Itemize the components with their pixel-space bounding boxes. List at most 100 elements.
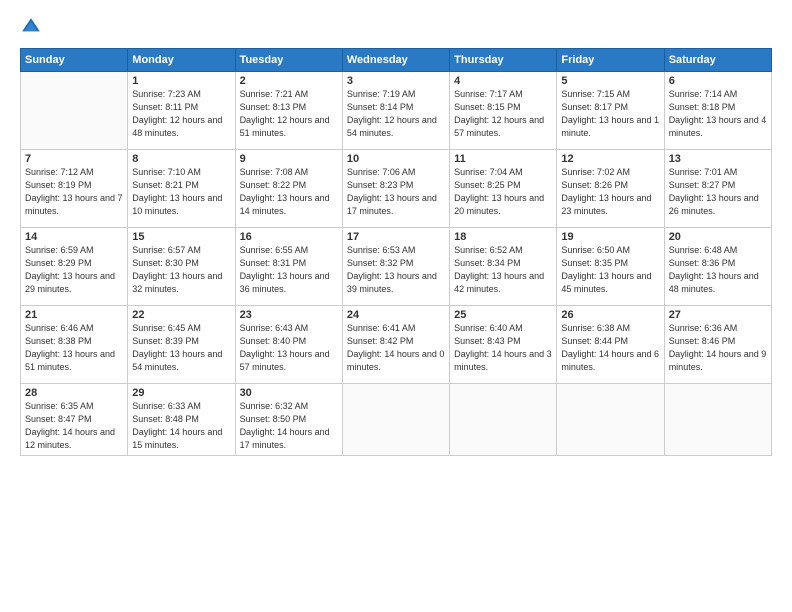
day-number: 17 xyxy=(347,231,445,243)
day-number: 25 xyxy=(454,309,552,321)
day-number: 5 xyxy=(561,75,659,87)
day-number: 19 xyxy=(561,231,659,243)
day-number: 23 xyxy=(240,309,338,321)
day-info: Sunrise: 6:59 AMSunset: 8:29 PMDaylight:… xyxy=(25,244,123,296)
day-info: Sunrise: 6:45 AMSunset: 8:39 PMDaylight:… xyxy=(132,322,230,374)
day-info: Sunrise: 7:08 AMSunset: 8:22 PMDaylight:… xyxy=(240,166,338,218)
day-number: 28 xyxy=(25,387,123,399)
day-info: Sunrise: 7:02 AMSunset: 8:26 PMDaylight:… xyxy=(561,166,659,218)
calendar-cell: 19Sunrise: 6:50 AMSunset: 8:35 PMDayligh… xyxy=(557,228,664,306)
calendar-cell: 3Sunrise: 7:19 AMSunset: 8:14 PMDaylight… xyxy=(342,72,449,150)
calendar-cell: 20Sunrise: 6:48 AMSunset: 8:36 PMDayligh… xyxy=(664,228,771,306)
day-number: 18 xyxy=(454,231,552,243)
day-number: 2 xyxy=(240,75,338,87)
calendar-cell: 7Sunrise: 7:12 AMSunset: 8:19 PMDaylight… xyxy=(21,150,128,228)
day-number: 16 xyxy=(240,231,338,243)
calendar-cell xyxy=(664,384,771,456)
calendar-cell: 9Sunrise: 7:08 AMSunset: 8:22 PMDaylight… xyxy=(235,150,342,228)
day-number: 14 xyxy=(25,231,123,243)
day-headers-row: SundayMondayTuesdayWednesdayThursdayFrid… xyxy=(21,49,772,72)
day-info: Sunrise: 7:15 AMSunset: 8:17 PMDaylight:… xyxy=(561,88,659,140)
day-number: 4 xyxy=(454,75,552,87)
calendar-table: SundayMondayTuesdayWednesdayThursdayFrid… xyxy=(20,48,772,456)
day-header: Wednesday xyxy=(342,49,449,72)
calendar-cell: 10Sunrise: 7:06 AMSunset: 8:23 PMDayligh… xyxy=(342,150,449,228)
day-header: Saturday xyxy=(664,49,771,72)
calendar-cell: 17Sunrise: 6:53 AMSunset: 8:32 PMDayligh… xyxy=(342,228,449,306)
calendar-week-row: 14Sunrise: 6:59 AMSunset: 8:29 PMDayligh… xyxy=(21,228,772,306)
day-info: Sunrise: 6:43 AMSunset: 8:40 PMDaylight:… xyxy=(240,322,338,374)
day-info: Sunrise: 6:40 AMSunset: 8:43 PMDaylight:… xyxy=(454,322,552,374)
day-info: Sunrise: 6:38 AMSunset: 8:44 PMDaylight:… xyxy=(561,322,659,374)
calendar-cell: 22Sunrise: 6:45 AMSunset: 8:39 PMDayligh… xyxy=(128,306,235,384)
day-number: 3 xyxy=(347,75,445,87)
calendar-cell: 23Sunrise: 6:43 AMSunset: 8:40 PMDayligh… xyxy=(235,306,342,384)
calendar-cell: 21Sunrise: 6:46 AMSunset: 8:38 PMDayligh… xyxy=(21,306,128,384)
calendar-cell: 2Sunrise: 7:21 AMSunset: 8:13 PMDaylight… xyxy=(235,72,342,150)
day-number: 10 xyxy=(347,153,445,165)
calendar-week-row: 7Sunrise: 7:12 AMSunset: 8:19 PMDaylight… xyxy=(21,150,772,228)
calendar-cell: 30Sunrise: 6:32 AMSunset: 8:50 PMDayligh… xyxy=(235,384,342,456)
day-info: Sunrise: 6:33 AMSunset: 8:48 PMDaylight:… xyxy=(132,400,230,452)
day-number: 29 xyxy=(132,387,230,399)
calendar-cell: 13Sunrise: 7:01 AMSunset: 8:27 PMDayligh… xyxy=(664,150,771,228)
day-info: Sunrise: 6:35 AMSunset: 8:47 PMDaylight:… xyxy=(25,400,123,452)
day-info: Sunrise: 7:19 AMSunset: 8:14 PMDaylight:… xyxy=(347,88,445,140)
day-number: 26 xyxy=(561,309,659,321)
day-info: Sunrise: 7:17 AMSunset: 8:15 PMDaylight:… xyxy=(454,88,552,140)
calendar-cell: 11Sunrise: 7:04 AMSunset: 8:25 PMDayligh… xyxy=(450,150,557,228)
calendar-cell: 15Sunrise: 6:57 AMSunset: 8:30 PMDayligh… xyxy=(128,228,235,306)
logo xyxy=(20,16,46,38)
calendar-cell xyxy=(557,384,664,456)
day-info: Sunrise: 6:53 AMSunset: 8:32 PMDaylight:… xyxy=(347,244,445,296)
day-number: 27 xyxy=(669,309,767,321)
day-info: Sunrise: 7:23 AMSunset: 8:11 PMDaylight:… xyxy=(132,88,230,140)
calendar-cell xyxy=(450,384,557,456)
day-info: Sunrise: 6:48 AMSunset: 8:36 PMDaylight:… xyxy=(669,244,767,296)
day-number: 13 xyxy=(669,153,767,165)
day-number: 22 xyxy=(132,309,230,321)
day-info: Sunrise: 6:52 AMSunset: 8:34 PMDaylight:… xyxy=(454,244,552,296)
calendar-cell: 8Sunrise: 7:10 AMSunset: 8:21 PMDaylight… xyxy=(128,150,235,228)
day-number: 12 xyxy=(561,153,659,165)
page: SundayMondayTuesdayWednesdayThursdayFrid… xyxy=(0,0,792,612)
calendar-cell: 25Sunrise: 6:40 AMSunset: 8:43 PMDayligh… xyxy=(450,306,557,384)
day-header: Tuesday xyxy=(235,49,342,72)
calendar-cell: 16Sunrise: 6:55 AMSunset: 8:31 PMDayligh… xyxy=(235,228,342,306)
calendar-cell: 29Sunrise: 6:33 AMSunset: 8:48 PMDayligh… xyxy=(128,384,235,456)
calendar-cell: 6Sunrise: 7:14 AMSunset: 8:18 PMDaylight… xyxy=(664,72,771,150)
day-number: 20 xyxy=(669,231,767,243)
calendar-week-row: 1Sunrise: 7:23 AMSunset: 8:11 PMDaylight… xyxy=(21,72,772,150)
day-info: Sunrise: 6:36 AMSunset: 8:46 PMDaylight:… xyxy=(669,322,767,374)
day-number: 30 xyxy=(240,387,338,399)
calendar-cell: 14Sunrise: 6:59 AMSunset: 8:29 PMDayligh… xyxy=(21,228,128,306)
day-number: 8 xyxy=(132,153,230,165)
day-info: Sunrise: 7:06 AMSunset: 8:23 PMDaylight:… xyxy=(347,166,445,218)
header xyxy=(20,16,772,38)
day-header: Sunday xyxy=(21,49,128,72)
day-number: 21 xyxy=(25,309,123,321)
day-header: Thursday xyxy=(450,49,557,72)
calendar-cell xyxy=(342,384,449,456)
day-info: Sunrise: 6:50 AMSunset: 8:35 PMDaylight:… xyxy=(561,244,659,296)
day-header: Friday xyxy=(557,49,664,72)
logo-icon xyxy=(20,16,42,38)
calendar-cell: 4Sunrise: 7:17 AMSunset: 8:15 PMDaylight… xyxy=(450,72,557,150)
day-info: Sunrise: 7:12 AMSunset: 8:19 PMDaylight:… xyxy=(25,166,123,218)
day-number: 9 xyxy=(240,153,338,165)
day-info: Sunrise: 6:46 AMSunset: 8:38 PMDaylight:… xyxy=(25,322,123,374)
day-number: 24 xyxy=(347,309,445,321)
calendar-cell xyxy=(21,72,128,150)
calendar-cell: 27Sunrise: 6:36 AMSunset: 8:46 PMDayligh… xyxy=(664,306,771,384)
day-info: Sunrise: 7:10 AMSunset: 8:21 PMDaylight:… xyxy=(132,166,230,218)
day-number: 7 xyxy=(25,153,123,165)
day-number: 11 xyxy=(454,153,552,165)
calendar-cell: 28Sunrise: 6:35 AMSunset: 8:47 PMDayligh… xyxy=(21,384,128,456)
calendar-week-row: 21Sunrise: 6:46 AMSunset: 8:38 PMDayligh… xyxy=(21,306,772,384)
calendar-cell: 24Sunrise: 6:41 AMSunset: 8:42 PMDayligh… xyxy=(342,306,449,384)
calendar-cell: 12Sunrise: 7:02 AMSunset: 8:26 PMDayligh… xyxy=(557,150,664,228)
day-number: 1 xyxy=(132,75,230,87)
calendar-week-row: 28Sunrise: 6:35 AMSunset: 8:47 PMDayligh… xyxy=(21,384,772,456)
day-number: 6 xyxy=(669,75,767,87)
day-info: Sunrise: 6:32 AMSunset: 8:50 PMDaylight:… xyxy=(240,400,338,452)
